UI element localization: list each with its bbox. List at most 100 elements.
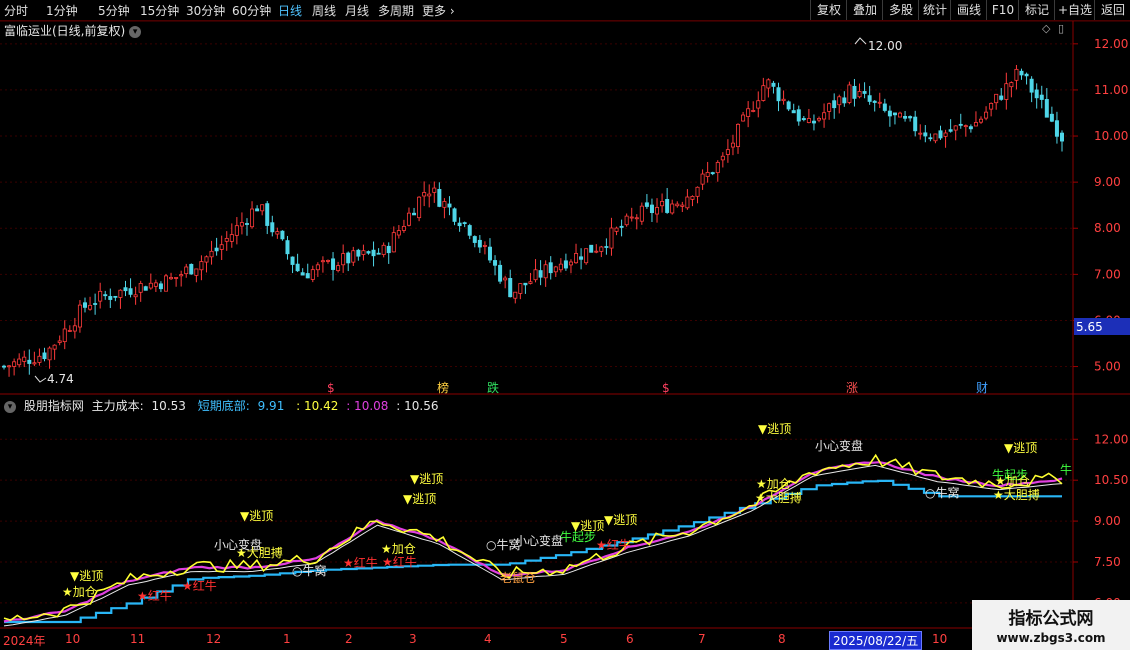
date-label: 8 — [778, 632, 786, 646]
candle-body — [751, 110, 756, 112]
candle-body — [948, 129, 953, 132]
candle-body — [386, 245, 391, 254]
candle-body — [508, 278, 513, 298]
candle-body — [209, 250, 214, 258]
date-label: 5 — [560, 632, 568, 646]
event-marker-dollar-2[interactable]: $ — [662, 381, 670, 395]
candle-body — [908, 116, 913, 119]
candle-body — [432, 187, 437, 193]
candle-body — [614, 227, 619, 232]
event-marker-rank[interactable]: 榜 — [437, 380, 449, 395]
short-bottom-label: 短期底部: 9.91 — [198, 399, 289, 413]
candle-body — [290, 256, 295, 265]
candle-body — [528, 281, 533, 284]
candle-body — [644, 202, 649, 207]
candle-body — [153, 282, 158, 287]
chevron-down-icon[interactable]: ▾ — [4, 400, 16, 413]
candle-body — [584, 248, 589, 264]
date-label: 1 — [283, 632, 291, 646]
short-bottom-title: 短期底部: — [197, 399, 250, 413]
candle-body — [2, 365, 7, 368]
candle-body — [548, 262, 553, 274]
crosshair-date: 2025/08/22/五 — [829, 631, 923, 650]
candle-body — [37, 355, 42, 363]
candle-body — [639, 205, 644, 222]
candle-body — [1034, 89, 1039, 99]
candle-body — [437, 188, 442, 207]
event-marker-rise[interactable]: 涨 — [846, 380, 858, 395]
candle-body — [842, 97, 847, 104]
candle-body — [781, 98, 786, 102]
candle-body — [594, 250, 599, 253]
candle-body — [98, 290, 103, 302]
candle-body — [675, 203, 680, 207]
candle-body — [133, 294, 138, 298]
candle-body — [513, 291, 518, 299]
candle-body — [396, 230, 401, 236]
y-tick-label: 12.00 — [1094, 37, 1128, 51]
candle-body — [270, 222, 275, 233]
signal-add-position: ★加仓 — [62, 585, 97, 599]
candle-body — [624, 215, 629, 226]
candle-body — [968, 126, 973, 130]
candle-body — [361, 250, 366, 255]
indicator-value-3: : 10.42 — [296, 399, 339, 413]
candle-body — [12, 361, 17, 367]
candle-body — [108, 296, 113, 300]
candle-body — [796, 109, 801, 122]
candle-body — [761, 85, 766, 101]
candle-body — [32, 362, 37, 365]
candle-body — [574, 253, 579, 264]
indicator-header[interactable]: ▾ 股朋指标网 主力成本: 10.53 短期底部: 9.91 : 10.42 :… — [4, 397, 442, 414]
candle-body — [715, 162, 720, 174]
y-tick-label: 9.00 — [1094, 514, 1121, 528]
date-axis: 2024年 10 11 12 1 2 3 4 5 6 7 8 2025/08/2… — [0, 630, 970, 650]
signal-escape-top: ▼逃顶 — [410, 472, 443, 486]
short-bottom-value: 9.91 — [257, 399, 285, 413]
indicator-grid — [0, 438, 1073, 604]
candle-body — [77, 304, 82, 328]
main-cost-title: 主力成本: — [91, 399, 144, 413]
candle-body — [315, 264, 320, 271]
event-marker-fall[interactable]: 跌 — [487, 380, 499, 395]
event-marker-finance[interactable]: 财 — [976, 381, 988, 395]
candle-body — [88, 304, 93, 310]
candle-body — [401, 226, 406, 231]
candle-body — [984, 111, 989, 119]
candle-body — [47, 347, 52, 361]
candle-body — [660, 200, 665, 207]
candle-body — [275, 231, 280, 235]
candle-body — [17, 358, 22, 366]
date-label: 7 — [698, 632, 706, 646]
candle-body — [239, 222, 244, 227]
indicator-value-4: : 10.08 — [346, 399, 389, 413]
candle-body — [892, 112, 897, 116]
candle-body — [351, 250, 356, 263]
candle-body — [670, 203, 675, 214]
candle-body — [589, 244, 594, 253]
candle-body — [260, 204, 265, 212]
candle-body — [265, 203, 270, 226]
candle-body — [979, 118, 984, 123]
candle-body — [786, 101, 791, 110]
candle-body — [629, 216, 634, 219]
chart-canvas[interactable]: 12.0011.0010.009.008.007.006.005.00 12.0… — [0, 0, 1130, 650]
candle-body — [7, 365, 12, 368]
candle-body — [93, 303, 98, 305]
candle-body — [158, 283, 163, 290]
candle-body — [148, 282, 153, 289]
candle-body — [857, 91, 862, 98]
event-marker-dollar-1[interactable]: $ — [327, 381, 335, 395]
event-markers[interactable]: $ 榜 跌 $ 涨 财 — [327, 380, 988, 395]
high-annotation: 12.00 — [854, 37, 902, 53]
candle-body — [685, 196, 690, 209]
candle-body — [472, 236, 477, 243]
candle-body — [219, 244, 224, 250]
candle-body — [113, 295, 118, 298]
candle-body — [391, 232, 396, 253]
candle-body — [82, 302, 87, 308]
signal-red-bull: ★红牛 — [343, 555, 378, 570]
candle-body — [847, 84, 852, 103]
candle-body — [725, 149, 730, 155]
candle-body — [766, 79, 771, 89]
